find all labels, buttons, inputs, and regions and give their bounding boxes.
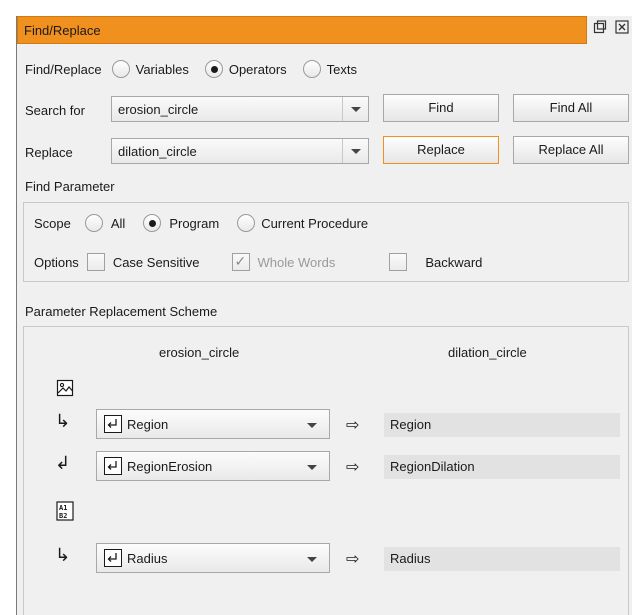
scope-label: Scope — [34, 215, 71, 231]
replace-combo[interactable] — [111, 138, 369, 164]
find-parameter-group: Scope All Program Current Procedure Opti… — [23, 202, 629, 282]
param-source-region: Region — [127, 417, 169, 432]
param-combo-region-erosion[interactable]: RegionErosion — [96, 451, 330, 481]
checkbox-whole-words-label: Whole Words — [257, 254, 336, 270]
search-for-label: Search for — [25, 103, 85, 118]
radio-scope-program-label: Program — [169, 215, 220, 231]
chevron-down-icon[interactable] — [307, 423, 317, 428]
param-combo-region[interactable]: Region — [96, 409, 330, 439]
return-icon — [104, 457, 122, 475]
chevron-down-icon[interactable] — [307, 557, 317, 562]
control-parameter-icon: A1 B2 — [56, 501, 74, 524]
chevron-down-icon[interactable] — [342, 97, 368, 121]
replace-arrow-icon: ⇨ — [346, 551, 360, 568]
window-title: Find/Replace — [24, 23, 101, 38]
target-operator-label: dilation_circle — [448, 345, 527, 360]
title-bar[interactable]: Find/Replace — [17, 16, 587, 44]
param-target-region-dilation: RegionDilation — [384, 455, 620, 479]
checkbox-case-sensitive-label: Case Sensitive — [112, 254, 200, 270]
chevron-down-icon[interactable] — [342, 139, 368, 163]
replace-arrow-icon: ⇨ — [346, 417, 360, 434]
checkbox-case-sensitive[interactable] — [86, 253, 105, 271]
radio-scope-program[interactable] — [143, 214, 162, 232]
param-source-region-erosion: RegionErosion — [127, 459, 213, 474]
find-replace-window: Find/Replace Find/Replace Variables Oper… — [16, 16, 632, 615]
checkbox-whole-words — [231, 253, 250, 271]
radio-variables[interactable] — [111, 60, 130, 78]
replace-button[interactable]: Replace — [383, 136, 499, 164]
checkbox-backward-label: Backward — [425, 254, 483, 270]
output-arrow-icon: ↲ — [55, 453, 71, 473]
radio-operators-label: Operators — [228, 61, 287, 77]
scope-row: Scope All Program Current Procedure — [34, 214, 368, 232]
replace-input[interactable] — [112, 139, 342, 163]
mode-row: Find/Replace Variables Operators Texts — [25, 60, 357, 78]
checkbox-backward[interactable] — [389, 253, 408, 271]
param-source-radius: Radius — [127, 551, 168, 566]
input-arrow-icon: ↳ — [55, 545, 71, 565]
replace-all-button[interactable]: Replace All — [513, 136, 629, 164]
scheme-title: Parameter Replacement Scheme — [25, 304, 218, 319]
image-icon — [56, 379, 74, 400]
find-all-button[interactable]: Find All — [513, 94, 629, 122]
search-combo[interactable] — [111, 96, 369, 122]
options-label: Options — [34, 254, 79, 270]
radio-scope-all-label: All — [110, 215, 126, 231]
find-button[interactable]: Find — [383, 94, 499, 122]
input-arrow-icon: ↳ — [55, 411, 71, 431]
replace-label: Replace — [25, 145, 73, 160]
radio-scope-all[interactable] — [84, 214, 103, 232]
radio-variables-label: Variables — [135, 61, 189, 77]
return-icon — [104, 415, 122, 433]
find-parameter-title: Find Parameter — [25, 179, 115, 194]
svg-text:A1: A1 — [59, 504, 67, 512]
chevron-down-icon[interactable] — [307, 465, 317, 470]
close-icon[interactable] — [613, 20, 631, 38]
search-input[interactable] — [112, 97, 342, 121]
radio-scope-current-procedure[interactable] — [237, 214, 256, 232]
radio-operators[interactable] — [204, 60, 223, 78]
param-target-radius: Radius — [384, 547, 620, 571]
find-replace-label: Find/Replace — [25, 61, 102, 77]
replace-arrow-icon: ⇨ — [346, 459, 360, 476]
radio-texts-label: Texts — [326, 61, 357, 77]
radio-scope-current-procedure-label: Current Procedure — [261, 215, 369, 231]
options-row: Options Case Sensitive Whole Words Backw… — [34, 253, 482, 271]
param-target-region: Region — [384, 413, 620, 437]
svg-text:B2: B2 — [59, 512, 67, 520]
return-icon — [104, 549, 122, 567]
float-icon[interactable] — [591, 20, 609, 38]
param-combo-radius[interactable]: Radius — [96, 543, 330, 573]
radio-texts[interactable] — [302, 60, 321, 78]
scheme-group: erosion_circle dilation_circle ↳ Region … — [23, 326, 629, 615]
source-operator-label: erosion_circle — [159, 345, 240, 360]
